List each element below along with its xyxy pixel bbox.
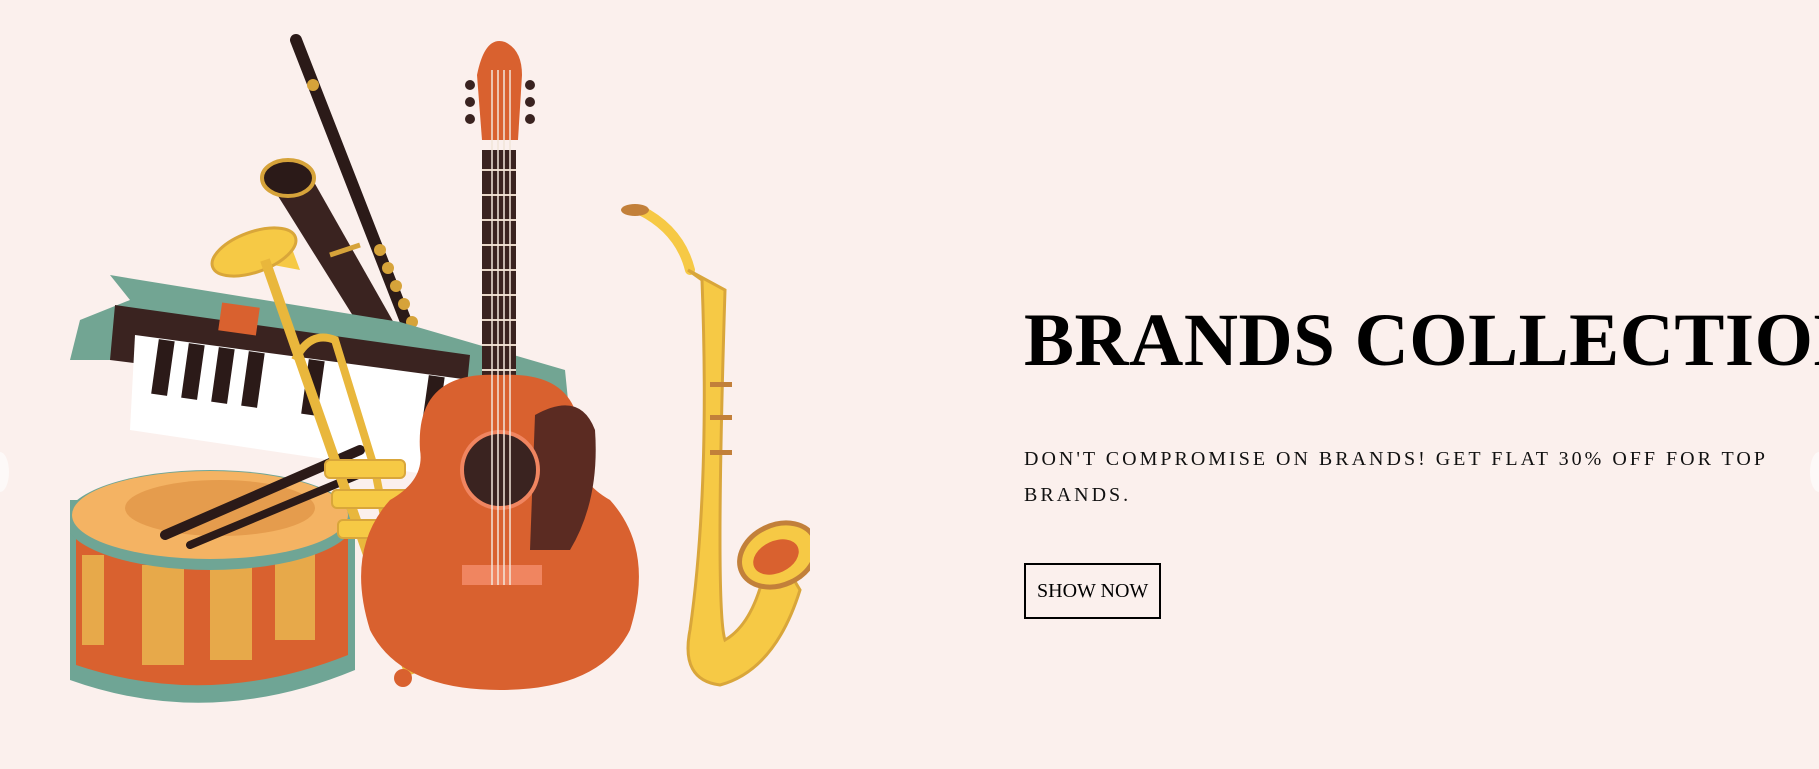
saxophone-icon	[621, 204, 810, 687]
hero-subtitle: DON'T COMPROMISE ON BRANDS! GET FLAT 30%…	[1024, 447, 1768, 506]
show-now-button[interactable]: SHOW NOW	[1024, 562, 1162, 619]
hero-title: BRANDS COLLECTION	[1024, 299, 1819, 382]
hero-content: BRANDS COLLECTION DON'T COMPROMISE ON BR…	[1024, 299, 1819, 619]
musical-instruments-illustration-icon	[70, 34, 810, 703]
hero-banner: BRANDS COLLECTION DON'T COMPROMISE ON BR…	[0, 0, 1819, 769]
drum-icon	[70, 445, 374, 703]
slider-next-arrow[interactable]	[1810, 452, 1819, 492]
slider-prev-arrow[interactable]	[0, 452, 9, 492]
